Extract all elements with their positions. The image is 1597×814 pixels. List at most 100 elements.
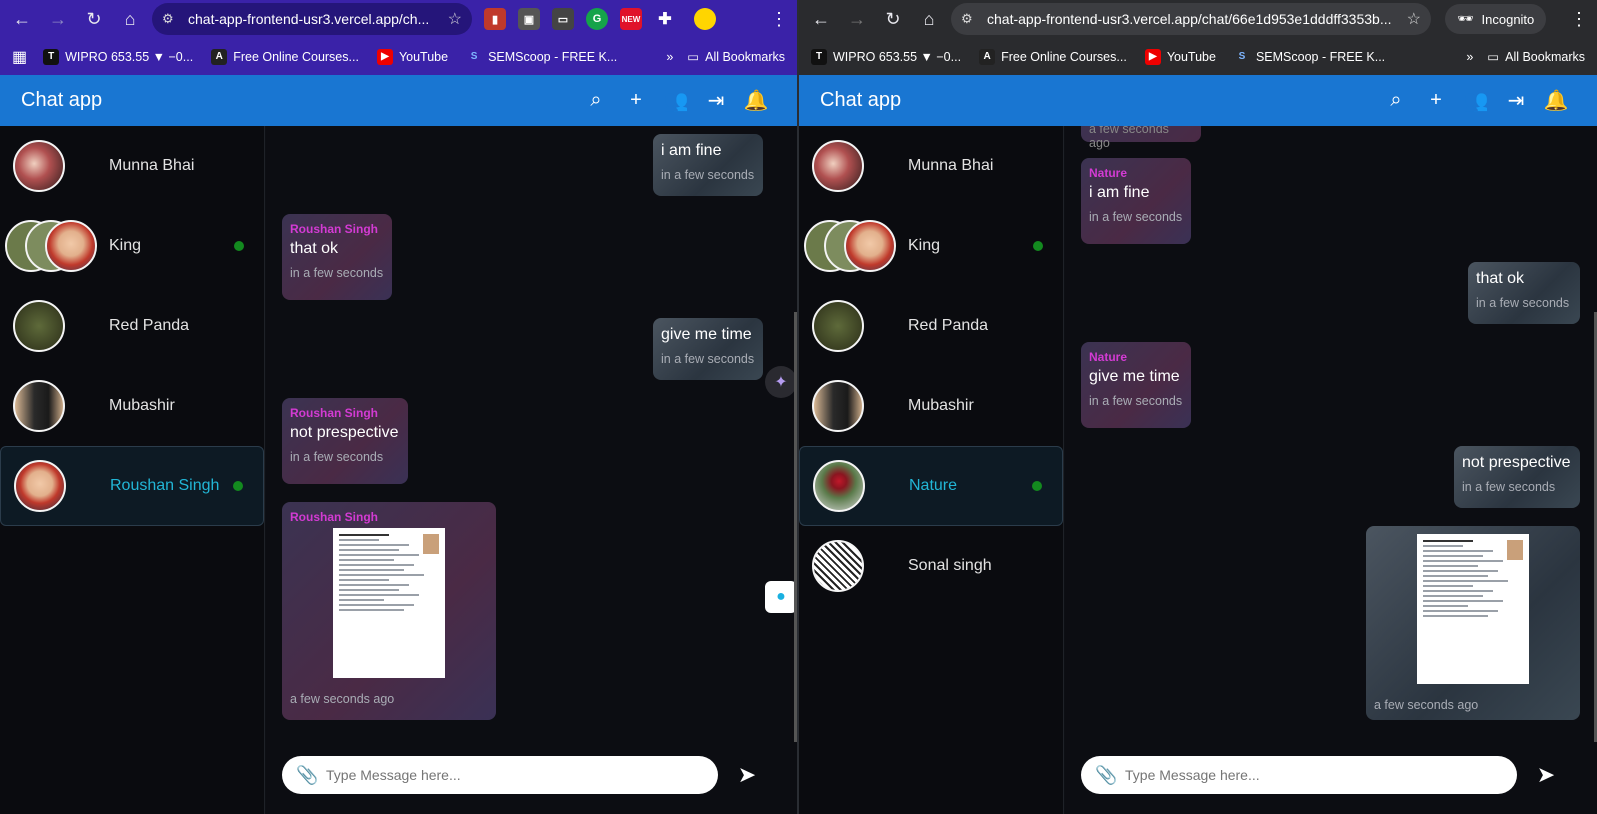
incognito-icon: 🕶	[1457, 11, 1474, 26]
avatar	[13, 140, 65, 192]
group-icon[interactable]: 👥	[656, 88, 696, 113]
notification-bell-icon[interactable]: 🔔	[1536, 88, 1576, 113]
avatar	[812, 140, 864, 192]
grammarly-icon[interactable]: G	[586, 8, 608, 30]
search-icon[interactable]: ⌕	[576, 89, 616, 112]
reload-icon[interactable]: ↻	[80, 5, 108, 33]
message-text: i am fine	[1089, 184, 1150, 201]
sparkle-icon[interactable]: ✦	[765, 366, 797, 398]
attach-icon[interactable]: 📎	[296, 765, 318, 786]
add-icon[interactable]: +	[1416, 89, 1456, 112]
message-input[interactable]	[1125, 767, 1503, 783]
bookmark-item[interactable]: A Free Online Courses...	[211, 48, 359, 65]
online-status-dot	[233, 481, 243, 491]
sender-name: Nature	[1089, 350, 1128, 364]
message-text: not prespective	[290, 424, 399, 441]
message-text: not prespective	[1462, 454, 1571, 471]
bookmark-item[interactable]: S SEMScoop - FREE K...	[466, 49, 618, 65]
bookmark-item[interactable]: T WIPRO 653.55 ▼ −0...	[811, 48, 961, 65]
more-bookmarks-icon[interactable]: »	[1466, 50, 1473, 64]
chat-item[interactable]: Sonal singh	[799, 526, 1063, 606]
chat-item[interactable]: Munna Bhai	[799, 126, 1063, 206]
message-input[interactable]	[326, 767, 704, 783]
bookmark-item[interactable]: S SEMScoop - FREE K...	[1234, 49, 1386, 65]
extension-tool-icon[interactable]: ▣	[518, 8, 540, 30]
send-icon[interactable]: ➤	[1531, 760, 1561, 790]
add-icon[interactable]: +	[616, 89, 656, 112]
logout-icon[interactable]: ⇥	[696, 88, 736, 113]
message-bubble-sent: that ok in a few seconds	[1468, 262, 1580, 324]
resume-document-thumbnail[interactable]	[333, 528, 445, 678]
logout-icon[interactable]: ⇥	[1496, 88, 1536, 113]
address-bar[interactable]: ⚙ chat-app-frontend-usr3.vercel.app/chat…	[951, 3, 1431, 35]
profile-avatar[interactable]	[694, 8, 716, 30]
resume-document-thumbnail[interactable]	[1417, 534, 1529, 684]
home-icon[interactable]: ⌂	[915, 5, 943, 33]
message-text: i am fine	[661, 142, 722, 159]
bookmark-item[interactable]: T WIPRO 653.55 ▼ −0...	[43, 48, 193, 65]
forward-icon[interactable]: →	[843, 5, 871, 33]
message-time: in a few seconds	[290, 450, 384, 464]
send-icon[interactable]: ➤	[732, 760, 762, 790]
chat-item[interactable]: Mubashir	[0, 366, 264, 446]
back-icon[interactable]: ←	[8, 5, 36, 33]
chat-name: Sonal singh	[908, 557, 992, 574]
all-bookmarks[interactable]: ▭ All Bookmarks	[687, 49, 785, 65]
apps-grid-icon[interactable]: ▦	[12, 47, 27, 67]
chat-name: Red Panda	[908, 317, 989, 334]
back-icon[interactable]: ←	[807, 5, 835, 33]
chat-item-active[interactable]: Roushan Singh	[0, 446, 264, 526]
bookmark-item[interactable]: ▶ YouTube	[1144, 48, 1216, 65]
chat-item[interactable]: Red Panda	[0, 286, 264, 366]
toolbar: ← → ↻ ⌂ ⚙ chat-app-frontend-usr3.vercel.…	[799, 0, 1597, 38]
chat-item[interactable]: Munna Bhai	[0, 126, 264, 206]
extension-book-icon[interactable]: ▮	[484, 8, 506, 30]
bookmark-item[interactable]: ▶ YouTube	[376, 48, 449, 65]
incognito-badge[interactable]: 🕶 Incognito	[1445, 4, 1547, 34]
online-status-dot	[1033, 241, 1043, 251]
search-icon[interactable]: ⌕	[1376, 89, 1416, 112]
chat-item[interactable]: King	[0, 206, 264, 286]
youtube-icon: ▶	[1144, 48, 1161, 65]
youtube-icon: ▶	[376, 48, 393, 65]
message-time: in a few seconds	[1462, 480, 1556, 494]
address-bar[interactable]: ⚙ chat-app-frontend-usr3.vercel.app/ch..…	[152, 3, 472, 35]
message-bubble-sent: give me time in a few seconds	[653, 318, 763, 380]
bookmark-label: Free Online Courses...	[1001, 49, 1127, 64]
bookmark-star-icon[interactable]: ☆	[448, 9, 462, 29]
home-icon[interactable]: ⌂	[116, 5, 144, 33]
url-text: chat-app-frontend-usr3.vercel.app/ch...	[188, 11, 430, 27]
semscoop-icon: S	[470, 51, 478, 62]
reload-icon[interactable]: ↻	[879, 5, 907, 33]
forward-icon[interactable]: →	[44, 5, 72, 33]
menu-dots-icon[interactable]: ⋮	[769, 9, 789, 30]
chat-item[interactable]: King	[799, 206, 1063, 286]
site-info-icon[interactable]: ⚙	[162, 11, 180, 27]
assistant-icon[interactable]: ●	[765, 581, 797, 613]
message-input-bar: 📎	[1081, 756, 1517, 794]
more-bookmarks-icon[interactable]: »	[666, 50, 673, 64]
message-time: in a few seconds	[1089, 210, 1183, 224]
chat-name: King	[908, 237, 941, 254]
chat-item[interactable]: Mubashir	[799, 366, 1063, 446]
extension-window-icon[interactable]: ▭	[552, 8, 574, 30]
tradingview-icon: T	[811, 48, 827, 65]
menu-dots-icon[interactable]: ⋮	[1569, 9, 1589, 30]
bookmark-star-icon[interactable]: ☆	[1407, 9, 1421, 29]
extensions-puzzle-icon[interactable]: ✚	[654, 8, 676, 30]
bookmark-label: SEMScoop - FREE K...	[1255, 49, 1386, 64]
avatar	[812, 300, 864, 352]
browser-window-left: ← → ↻ ⌂ ⚙ chat-app-frontend-usr3.vercel.…	[0, 0, 797, 814]
attach-icon[interactable]: 📎	[1095, 765, 1117, 786]
bookmark-label: YouTube	[398, 49, 449, 64]
group-icon[interactable]: 👥	[1456, 88, 1496, 113]
message-time: a few seconds ago	[1089, 126, 1169, 150]
all-bookmarks[interactable]: ▭ All Bookmarks	[1487, 49, 1585, 65]
notification-bell-icon[interactable]: 🔔	[736, 88, 776, 113]
bookmark-item[interactable]: A Free Online Courses...	[979, 48, 1127, 65]
chat-item[interactable]: Red Panda	[799, 286, 1063, 366]
extension-new-icon[interactable]: NEW	[620, 8, 642, 30]
chat-item-active[interactable]: Nature	[799, 446, 1063, 526]
message-text: give me time	[661, 326, 752, 343]
site-info-icon[interactable]: ⚙	[961, 11, 979, 27]
